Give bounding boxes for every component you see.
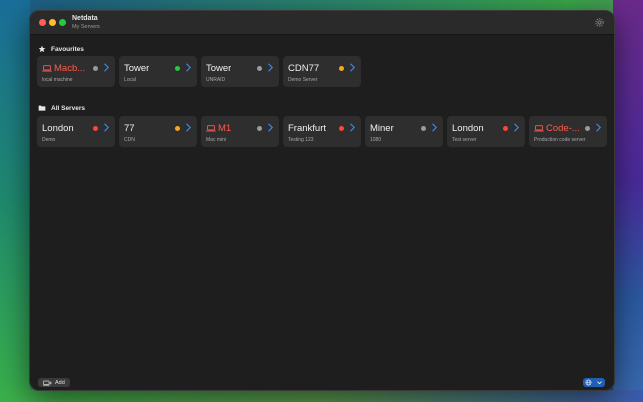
server-name: CDN77 <box>288 63 319 74</box>
server-name: London <box>42 123 74 134</box>
status-indicator <box>585 126 590 131</box>
folder-icon <box>38 105 46 111</box>
server-description: CDN <box>124 137 135 143</box>
add-server-icon <box>43 380 52 386</box>
laptop-icon <box>42 65 52 72</box>
zoom-window-button[interactable] <box>59 19 66 26</box>
desktop-wallpaper-bottom <box>0 390 643 402</box>
server-name: Code-... <box>534 123 580 134</box>
globe-icon <box>585 379 592 386</box>
status-indicator <box>257 66 262 71</box>
server-description: Production code server <box>534 137 586 143</box>
favourites-list: Macb... local machine Tower Local Tower UNRAI… <box>37 56 361 87</box>
status-indicator <box>93 126 98 131</box>
server-card[interactable]: 77 CDN <box>119 116 197 147</box>
server-name: Miner <box>370 123 394 134</box>
server-name-text: Miner <box>370 123 394 134</box>
server-card[interactable]: M1 Mac mini <box>201 116 279 147</box>
status-indicator <box>257 126 262 131</box>
server-description: 1080 <box>370 137 382 143</box>
account-menu-button[interactable] <box>583 378 605 387</box>
status-indicator <box>339 126 344 131</box>
server-card[interactable]: Frankfurt Testing 123 <box>283 116 361 147</box>
status-indicator <box>175 66 180 71</box>
server-description: Demo <box>42 137 56 143</box>
server-name: Tower <box>124 63 149 74</box>
chevron-right-icon[interactable] <box>103 63 109 72</box>
bottom-bar: Add <box>30 376 614 390</box>
gear-icon[interactable] <box>594 17 605 28</box>
close-window-button[interactable] <box>39 19 46 26</box>
laptop-icon <box>534 125 544 132</box>
server-name-text: London <box>452 123 484 134</box>
chevron-right-icon[interactable] <box>513 123 519 132</box>
server-name-text: CDN77 <box>288 63 320 74</box>
chevron-right-icon[interactable] <box>185 63 191 72</box>
app-subtitle: My Servers <box>72 24 100 30</box>
all-servers-label: All Servers <box>51 104 85 112</box>
server-name-text: London <box>42 123 74 134</box>
server-name-text: M1 <box>218 123 232 134</box>
status-indicator <box>175 126 180 131</box>
server-description: Mac mini <box>206 137 227 143</box>
status-indicator <box>503 126 508 131</box>
server-name: M1 <box>206 123 231 134</box>
chevron-right-icon[interactable] <box>349 123 355 132</box>
all-servers-list: London Demo 77 CDN M1 Mac mini Frankfurt Testin… <box>37 116 607 147</box>
chevron-right-icon[interactable] <box>185 123 191 132</box>
server-card[interactable]: CDN77 Demo Server <box>283 56 361 87</box>
add-button-label: Add <box>55 379 65 386</box>
server-name-text: Macb... <box>54 63 86 74</box>
status-indicator <box>421 126 426 131</box>
server-description: Test server <box>452 137 477 143</box>
chevron-right-icon[interactable] <box>267 123 273 132</box>
server-name-text: 77 <box>124 123 135 134</box>
desktop-wallpaper-right <box>613 0 643 402</box>
server-card[interactable]: Tower UNRAID <box>201 56 279 87</box>
favourites-label: Favourites <box>51 45 84 53</box>
server-card[interactable]: Tower Local <box>119 56 197 87</box>
server-description: Demo Server <box>288 77 318 83</box>
server-name: London <box>452 123 484 134</box>
server-name: Frankfurt <box>288 123 326 134</box>
server-card[interactable]: Miner 1080 <box>365 116 443 147</box>
server-name: 77 <box>124 123 135 134</box>
star-icon <box>38 45 46 53</box>
server-name-text: Code-... <box>546 123 580 134</box>
server-card[interactable]: Macb... local machine <box>37 56 115 87</box>
server-name: Tower <box>206 63 231 74</box>
favourites-header: Favourites <box>38 43 84 55</box>
chevron-right-icon[interactable] <box>595 123 601 132</box>
all-servers-header: All Servers <box>38 102 85 114</box>
server-card[interactable]: London Test server <box>447 116 525 147</box>
status-indicator <box>339 66 344 71</box>
desktop-wallpaper-left <box>0 0 30 402</box>
server-name-text: Frankfurt <box>288 123 327 134</box>
chevron-right-icon[interactable] <box>103 123 109 132</box>
status-indicator <box>93 66 98 71</box>
app-title: Netdata <box>72 15 98 22</box>
chevron-down-icon <box>597 381 602 385</box>
server-description: Local <box>124 77 136 83</box>
add-server-button[interactable]: Add <box>38 378 70 387</box>
server-card[interactable]: London Demo <box>37 116 115 147</box>
server-name: Macb... <box>42 63 85 74</box>
minimize-window-button[interactable] <box>49 19 56 26</box>
server-description: Testing 123 <box>288 137 314 143</box>
title-bar[interactable]: Netdata My Servers <box>30 11 614 35</box>
laptop-icon <box>206 125 216 132</box>
server-name-text: Tower <box>206 63 232 74</box>
server-card[interactable]: Code-... Production code server <box>529 116 607 147</box>
chevron-right-icon[interactable] <box>349 63 355 72</box>
chevron-right-icon[interactable] <box>431 123 437 132</box>
chevron-right-icon[interactable] <box>267 63 273 72</box>
netdata-window: Netdata My Servers Favourites Macb... loc… <box>29 10 615 391</box>
server-description: local machine <box>42 77 73 83</box>
server-description: UNRAID <box>206 77 226 83</box>
server-name-text: Tower <box>124 63 150 74</box>
